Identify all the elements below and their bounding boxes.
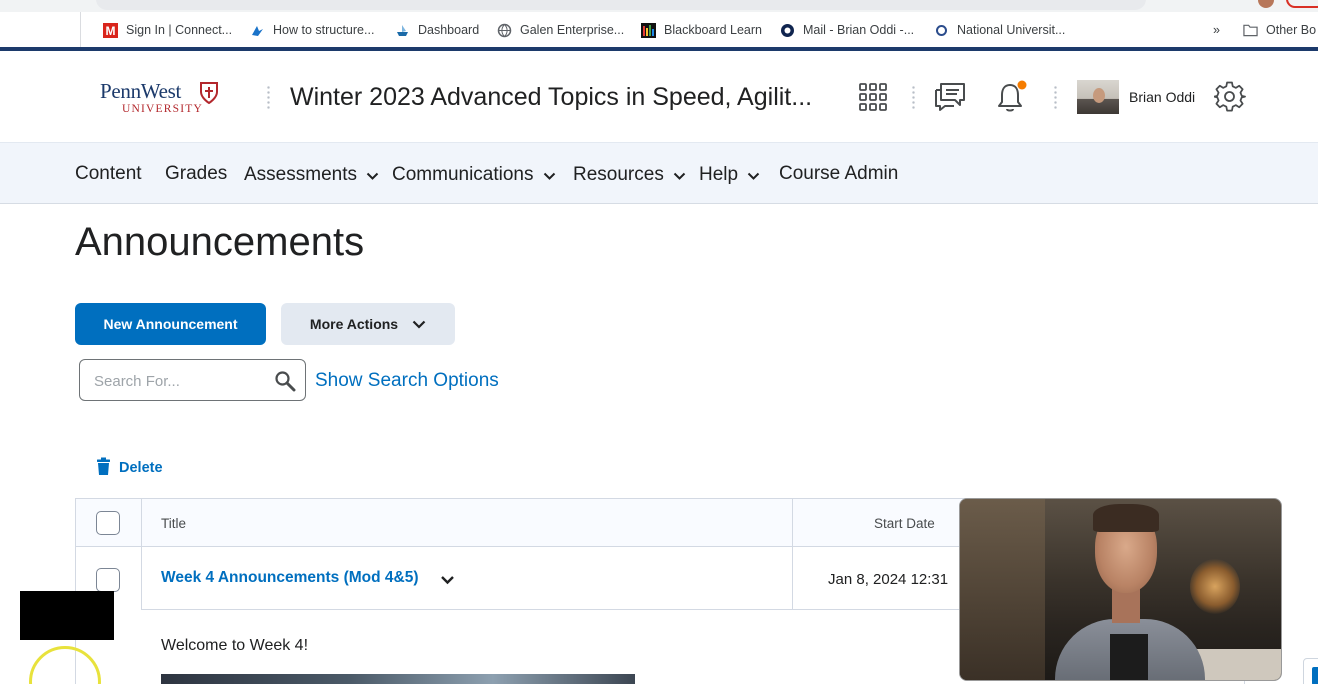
bookmark-item[interactable]: Galen Enterprise...: [497, 21, 624, 39]
search-icon[interactable]: [274, 370, 296, 392]
globe-icon: [497, 23, 512, 38]
logo-text: PennWest: [100, 79, 182, 103]
webcam-overlay: [959, 498, 1282, 681]
other-bookmarks-folder[interactable]: Other Bo: [1243, 21, 1316, 39]
bookmark-label: How to structure...: [273, 23, 375, 37]
webcam-person-shirt: [1110, 634, 1148, 680]
bookmark-label: Mail - Brian Oddi -...: [803, 23, 915, 37]
title-column-header[interactable]: Title: [161, 516, 186, 531]
announcement-image: [161, 674, 635, 684]
menu-label: Content: [75, 163, 142, 184]
chevron-down-icon: [543, 165, 556, 187]
message-alerts-icon[interactable]: [932, 81, 968, 113]
delete-label: Delete: [119, 460, 163, 476]
avatar-face: [1093, 88, 1105, 103]
bookmark-item[interactable]: Mail - Brian Oddi -...: [780, 21, 914, 39]
ship-icon: [395, 23, 410, 38]
menu-grades[interactable]: Grades: [165, 163, 227, 185]
bookmarks-overflow-button[interactable]: »: [1213, 21, 1220, 39]
bookmark-label: Sign In | Connect...: [126, 23, 233, 37]
outlook-icon: [780, 23, 795, 38]
settings-gear-icon[interactable]: [1213, 80, 1247, 114]
browser-update-button[interactable]: [1286, 0, 1318, 8]
bookmark-label: Dashboard: [418, 23, 480, 37]
svg-text:M: M: [106, 24, 116, 38]
navbar-divider: [1054, 85, 1057, 111]
show-search-options-link[interactable]: Show Search Options: [315, 370, 499, 392]
redaction-box: [20, 591, 114, 640]
bookmark-label: Galen Enterprise...: [520, 23, 625, 37]
bookmark-item[interactable]: National Universit...: [934, 21, 1065, 39]
column-divider: [141, 499, 142, 610]
blackboard-icon: [641, 22, 656, 38]
bookmark-item[interactable]: How to structure...: [250, 21, 374, 39]
bookmark-label: Other Bo: [1266, 23, 1317, 37]
bookmark-item[interactable]: M Sign In | Connect...: [103, 21, 232, 39]
top-navbar: PennWest UNIVERSITY Winter 2023 Advanced…: [0, 51, 1318, 143]
chevron-down-icon: [747, 165, 760, 187]
announcement-body-text: Welcome to Week 4!: [161, 637, 309, 654]
webcam-person-hair: [1093, 504, 1159, 532]
more-actions-button[interactable]: More Actions: [281, 303, 455, 345]
browser-toolbar: [0, 0, 1318, 12]
button-label: New Announcement: [103, 316, 238, 332]
chevron-down-icon[interactable]: [440, 572, 455, 590]
button-label: More Actions: [309, 316, 399, 332]
menu-course-admin[interactable]: Course Admin: [779, 163, 898, 185]
browser-profile-avatar[interactable]: [1258, 0, 1274, 8]
menu-label: Communications: [392, 164, 534, 185]
start-date-column-header[interactable]: Start Date: [874, 516, 935, 531]
user-avatar[interactable]: [1077, 80, 1119, 114]
search-box: [79, 359, 306, 401]
bookmark-label: Blackboard Learn: [664, 23, 762, 37]
menu-label: Resources: [573, 164, 664, 185]
menu-communications[interactable]: Communications: [392, 163, 556, 187]
bookmarks-bar: M Sign In | Connect... How to structure.…: [0, 12, 1318, 48]
bird-icon: [250, 23, 265, 38]
side-panel-indicator: [1312, 667, 1318, 684]
page-title: Announcements: [75, 220, 365, 264]
course-title[interactable]: Winter 2023 Advanced Topics in Speed, Ag…: [290, 83, 812, 112]
folder-icon: [1243, 23, 1258, 38]
bookmark-item[interactable]: Dashboard: [395, 21, 479, 39]
select-all-checkbox[interactable]: [96, 511, 120, 535]
webcam-background-lamp: [1190, 559, 1240, 614]
announcement-start-date: Jan 8, 2024 12:31: [828, 571, 949, 588]
bookmarks-divider: [80, 12, 81, 48]
logo-subtext: UNIVERSITY: [122, 103, 203, 115]
menu-resources[interactable]: Resources: [573, 163, 686, 187]
course-menu-bar: Content Grades Assessments Communication…: [0, 143, 1318, 204]
announcement-title-link[interactable]: Week 4 Announcements (Mod 4&5): [161, 569, 419, 587]
menu-help[interactable]: Help: [699, 163, 760, 187]
circle-icon: [934, 23, 949, 38]
pennwest-logo[interactable]: PennWest UNIVERSITY: [100, 79, 230, 121]
menu-assessments[interactable]: Assessments: [244, 163, 379, 187]
notification-bell-icon[interactable]: [994, 80, 1028, 114]
row-checkbox[interactable]: [96, 568, 120, 592]
webcam-background-cabinet: [960, 499, 1045, 680]
chevron-down-icon: [366, 165, 379, 187]
menu-label: Assessments: [244, 164, 357, 185]
address-bar[interactable]: [96, 0, 1146, 10]
mcgraw-hill-icon: M: [103, 22, 118, 38]
column-divider: [792, 499, 793, 610]
menu-label: Course Admin: [779, 163, 899, 184]
bookmark-item[interactable]: Blackboard Learn: [641, 21, 762, 39]
user-name[interactable]: Brian Oddi: [1129, 89, 1195, 105]
new-announcement-button[interactable]: New Announcement: [75, 303, 266, 345]
side-panel-tab[interactable]: [1303, 658, 1318, 684]
delete-button[interactable]: Delete: [96, 457, 163, 479]
menu-label: Help: [699, 164, 739, 185]
navbar-divider: [267, 85, 270, 111]
menu-content[interactable]: Content: [75, 163, 142, 185]
navbar-divider: [912, 85, 915, 111]
trash-icon: [96, 457, 111, 479]
chevron-down-icon: [412, 316, 426, 332]
overflow-icon: »: [1213, 23, 1220, 37]
chevron-down-icon: [673, 165, 686, 187]
course-selector-grid-icon[interactable]: [857, 81, 889, 113]
bookmark-label: National Universit...: [957, 23, 1066, 37]
search-input[interactable]: [94, 370, 269, 392]
menu-label: Grades: [165, 163, 228, 184]
